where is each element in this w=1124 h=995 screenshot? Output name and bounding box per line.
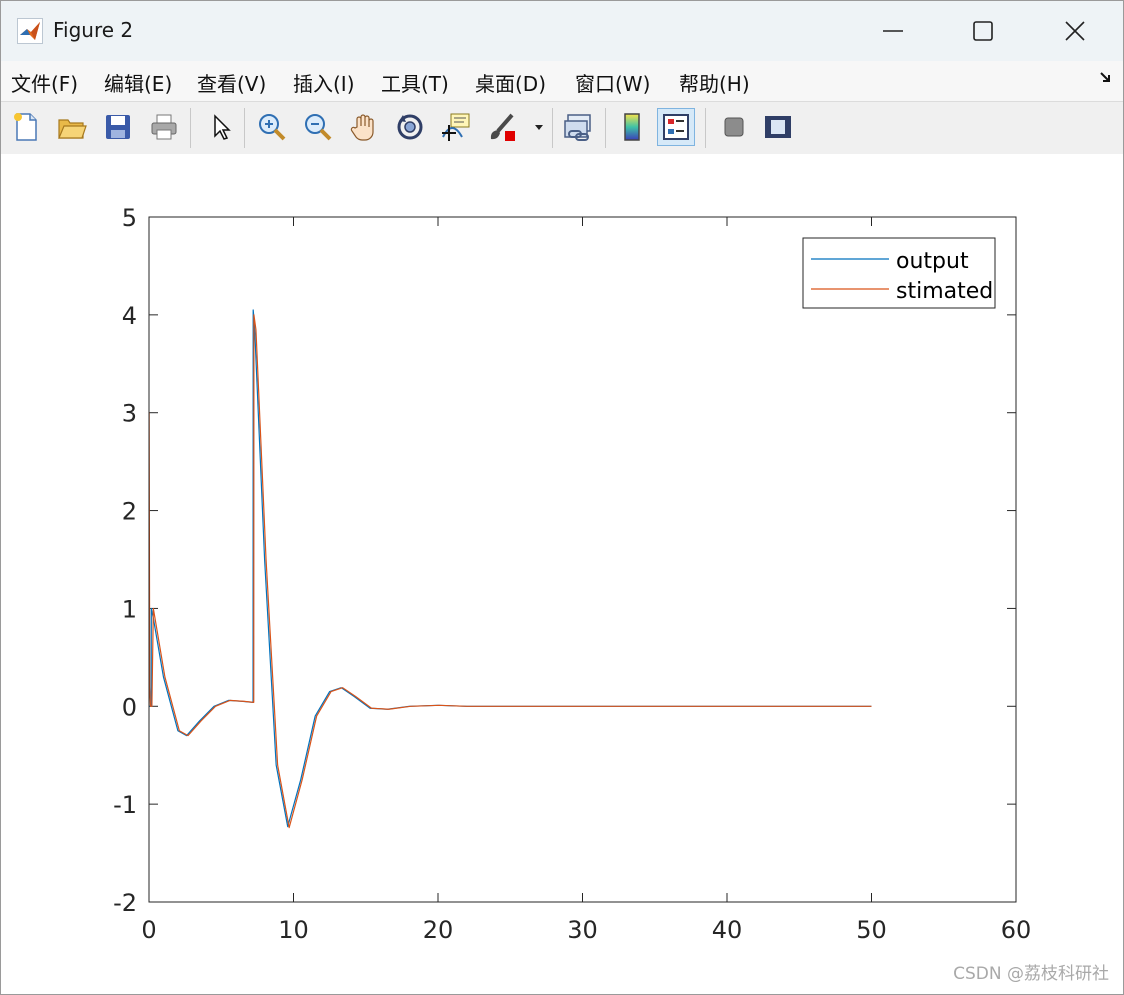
y-tick-label: 1 <box>122 595 137 623</box>
menu-help[interactable]: 帮助(H) <box>679 68 750 97</box>
x-tick-label: 20 <box>423 916 454 944</box>
menu-desktop[interactable]: 桌面(D) <box>475 68 546 97</box>
axis-tick-labels: 0 10 20 30 40 50 60 -2 -1 0 1 2 3 4 5 <box>113 204 1031 944</box>
show-plot-tools-button[interactable] <box>759 108 797 146</box>
print-figure-button[interactable] <box>145 108 183 146</box>
x-tick-label: 10 <box>278 916 309 944</box>
close-button[interactable] <box>1029 1 1121 61</box>
brush-button[interactable] <box>483 108 521 146</box>
toolbar-separator <box>705 108 706 148</box>
hand-icon <box>350 114 374 141</box>
link-icon <box>564 114 591 141</box>
minimize-icon <box>883 30 903 32</box>
legend[interactable]: output stimated <box>802 237 996 309</box>
figure-window: Figure 2 文件(F) 编辑(E) 查看(V) 插入(I) 工具(T) 桌… <box>0 0 1124 995</box>
pointer-arrow-icon <box>214 114 231 140</box>
minimize-button[interactable] <box>847 1 939 61</box>
hide-plot-tools-button[interactable] <box>715 108 753 146</box>
close-icon <box>1065 21 1085 41</box>
dropdown-arrow-icon <box>535 125 543 130</box>
maximize-icon <box>973 21 993 41</box>
y-tick-label: 2 <box>122 498 137 526</box>
menu-file[interactable]: 文件(F) <box>11 68 78 97</box>
brush-dropdown-button[interactable] <box>529 108 549 146</box>
new-figure-button[interactable] <box>7 108 45 146</box>
y-tick-label: 4 <box>122 302 137 330</box>
save-icon <box>106 115 130 139</box>
title-bar: Figure 2 <box>1 1 1123 61</box>
link-plot-button[interactable] <box>559 108 597 146</box>
printer-icon <box>151 114 177 140</box>
save-figure-button[interactable] <box>99 108 137 146</box>
watermark: CSDN @荔枝科研社 <box>953 964 1109 984</box>
axis-ticks <box>148 216 1017 903</box>
y-tick-label: 3 <box>122 400 137 428</box>
plot-lines <box>148 309 872 829</box>
y-tick-label: 0 <box>122 693 137 721</box>
show-tools-icon <box>765 116 791 138</box>
zoom-in-icon <box>259 114 286 141</box>
x-tick-label: 30 <box>567 916 598 944</box>
toolbar-separator <box>244 108 245 148</box>
maximize-button[interactable] <box>937 1 1029 61</box>
rotate-icon <box>397 114 423 140</box>
window-title: Figure 2 <box>53 18 134 42</box>
x-tick-label: 40 <box>712 916 743 944</box>
rotate-3d-button[interactable] <box>391 108 429 146</box>
folder-open-icon <box>58 119 87 139</box>
x-tick-label: 0 <box>141 916 156 944</box>
toolbar-separator <box>605 108 606 148</box>
zoom-out-icon <box>305 114 332 141</box>
zoom-out-button[interactable] <box>299 108 337 146</box>
zoom-in-button[interactable] <box>253 108 291 146</box>
menu-window[interactable]: 窗口(W) <box>575 68 650 97</box>
toolbar-separator <box>190 108 191 148</box>
dock-arrow-icon[interactable] <box>1099 69 1115 89</box>
axes-box <box>148 216 1017 903</box>
data-tip-icon <box>442 113 470 141</box>
y-tick-label: -2 <box>113 889 137 917</box>
legend-stimated-label: stimated <box>896 279 993 304</box>
x-tick-label: 50 <box>856 916 887 944</box>
hide-tools-icon <box>724 117 744 137</box>
pan-button[interactable] <box>345 108 383 146</box>
colorbar-icon <box>624 113 640 141</box>
open-file-button[interactable] <box>53 108 91 146</box>
insert-legend-button[interactable] <box>657 108 695 146</box>
figure-toolbar <box>1 101 1123 155</box>
brush-icon <box>490 113 515 141</box>
toolbar-separator <box>552 108 553 148</box>
new-file-icon <box>14 113 37 141</box>
legend-output-label: output <box>896 249 969 274</box>
data-cursor-button[interactable] <box>437 108 475 146</box>
plot-svg: 0 10 20 30 40 50 60 -2 -1 0 1 2 3 4 5 output stimated <box>113 204 1031 944</box>
menu-tools[interactable]: 工具(T) <box>381 68 449 97</box>
matlab-logo-icon <box>17 18 43 44</box>
menu-insert[interactable]: 插入(I) <box>293 68 355 97</box>
menu-bar: 文件(F) 编辑(E) 查看(V) 插入(I) 工具(T) 桌面(D) 窗口(W… <box>1 61 1123 101</box>
y-tick-label: 5 <box>122 204 137 232</box>
figure-canvas: 0 10 20 30 40 50 60 -2 -1 0 1 2 3 4 5 output stimated … <box>1 154 1123 994</box>
insert-colorbar-button[interactable] <box>613 108 651 146</box>
menu-view[interactable]: 查看(V) <box>197 68 266 97</box>
legend-icon <box>663 114 689 140</box>
series-line-output <box>149 309 872 828</box>
y-tick-label: -1 <box>113 791 137 819</box>
menu-edit[interactable]: 编辑(E) <box>104 68 172 97</box>
edit-plot-button[interactable] <box>201 108 239 146</box>
x-tick-label: 60 <box>1001 916 1032 944</box>
